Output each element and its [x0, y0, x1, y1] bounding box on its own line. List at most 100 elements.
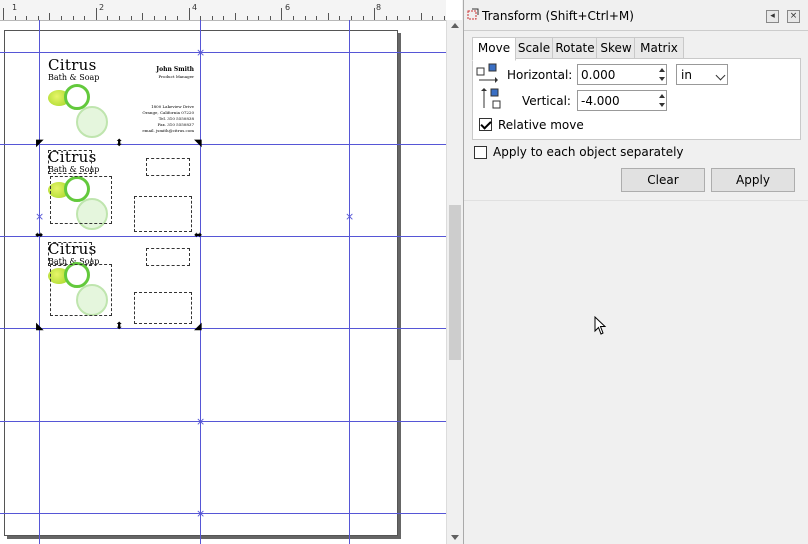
horizontal-spinbox[interactable]: 0.000 [577, 64, 667, 85]
resize-handle-icon[interactable]: ⬍ [115, 322, 123, 332]
selection-bbox [134, 292, 192, 324]
ruler-tick [293, 16, 294, 20]
scroll-up-icon[interactable] [451, 23, 459, 28]
selection-bbox [134, 196, 192, 232]
selection-bbox [50, 264, 112, 316]
ruler-tick [409, 16, 410, 20]
tab-rotate[interactable]: Rotate [552, 37, 598, 60]
guide-line[interactable] [0, 421, 446, 422]
increment-icon[interactable] [659, 68, 665, 72]
ruler-tick [235, 13, 236, 20]
ruler-tick [154, 16, 155, 20]
resize-handle-icon[interactable]: ◢ [194, 322, 202, 332]
guide-line[interactable] [0, 513, 446, 514]
ruler-tick [61, 16, 62, 20]
apply-each-label[interactable]: Apply to each object separately [493, 145, 684, 159]
guide-intersection-icon: × [345, 210, 355, 223]
apply-button[interactable]: Apply [711, 168, 795, 192]
guide-line[interactable] [200, 20, 201, 544]
ruler-label: 4 [192, 3, 198, 12]
decrement-icon[interactable] [659, 103, 665, 107]
ruler-label: 8 [376, 3, 382, 12]
ruler-tick [432, 16, 433, 20]
ruler-tick [270, 16, 271, 20]
ruler-tick [107, 16, 108, 20]
ruler-tick [119, 16, 120, 20]
ruler-tick [26, 16, 27, 20]
guide-line[interactable] [0, 52, 446, 53]
dialog-title: Transform (Shift+Ctrl+M) [482, 9, 634, 23]
guide-line[interactable] [349, 20, 350, 544]
decrement-icon[interactable] [659, 77, 665, 81]
selection-bbox [48, 150, 92, 174]
horizontal-value: 0.000 [581, 68, 616, 82]
vertical-spinbox[interactable]: -4.000 [577, 90, 667, 111]
ruler-tick [374, 8, 375, 20]
ruler-tick [339, 16, 340, 20]
ruler-tick [3, 8, 4, 20]
scrollbar-thumb[interactable] [449, 205, 461, 360]
tab-scale[interactable]: Scale [514, 37, 554, 60]
selection-bbox [50, 176, 112, 224]
increment-icon[interactable] [659, 94, 665, 98]
ruler-tick [131, 16, 132, 20]
horizontal-ruler[interactable]: 1 2 4 6 8 [0, 0, 446, 21]
ruler-tick [15, 16, 16, 20]
ruler-tick [177, 16, 178, 20]
business-card-selected[interactable]: Citrus Bath & Soap [38, 150, 198, 240]
guide-intersection-icon: × [196, 415, 206, 428]
relative-move-checkbox[interactable] [479, 118, 492, 131]
selection-bbox [146, 248, 190, 266]
close-icon[interactable]: × [787, 10, 800, 23]
vertical-scrollbar[interactable] [446, 20, 462, 544]
ruler-tick [258, 16, 259, 20]
resize-handle-icon[interactable]: ◤ [36, 139, 44, 149]
resize-handle-icon[interactable]: ◣ [36, 322, 44, 332]
tab-matrix[interactable]: Matrix [634, 37, 684, 60]
move-tab-panel: Horizontal: 0.000 in Vertical: -4.000 Re… [472, 58, 801, 140]
guide-intersection-icon: × [196, 46, 206, 59]
card-brand-sub: Bath & Soap [48, 73, 100, 82]
resize-handle-icon[interactable]: ⬌ [35, 231, 43, 241]
ruler-tick [281, 8, 282, 20]
iconify-icon[interactable]: ◂ [766, 10, 779, 23]
mouse-cursor-icon [594, 316, 607, 335]
card-title: Product Manager [158, 74, 194, 79]
ruler-tick [351, 16, 352, 20]
unit-select[interactable]: in [676, 64, 728, 85]
dialog-titlebar: Transform (Shift+Ctrl+M) ◂ × [464, 0, 808, 31]
relative-move-label[interactable]: Relative move [498, 118, 584, 132]
ruler-label: 1 [12, 3, 18, 12]
ruler-tick [421, 13, 422, 20]
unit-value: in [681, 68, 692, 82]
tab-move[interactable]: Move [472, 37, 516, 61]
apply-each-checkbox[interactable] [474, 146, 487, 159]
vertical-label: Vertical: [522, 94, 571, 108]
business-card[interactable]: Citrus Bath & Soap John Smith Product Ma… [38, 58, 198, 148]
clear-button[interactable]: Clear [621, 168, 705, 192]
horizontal-label: Horizontal: [507, 68, 573, 82]
ruler-tick [165, 16, 166, 20]
ruler-label: 2 [99, 3, 105, 12]
ruler-tick [96, 8, 97, 20]
ruler-tick [49, 13, 50, 20]
ruler-tick [212, 16, 213, 20]
resize-handle-icon[interactable]: ⬌ [194, 231, 202, 241]
ruler-tick [247, 16, 248, 20]
ruler-tick [142, 13, 143, 20]
selection-bbox [146, 158, 190, 176]
business-card-selected[interactable]: Citrus Bath & Soap [38, 242, 198, 332]
chevron-down-icon [715, 70, 726, 81]
resize-handle-icon[interactable]: ⬍ [115, 139, 123, 149]
canvas-area[interactable]: 1 2 4 6 8 × × × × × Citrus Bath & Soap J… [0, 0, 462, 544]
tab-skew[interactable]: Skew [596, 37, 636, 60]
checkmark-icon [480, 118, 492, 130]
transform-dialog: Transform (Shift+Ctrl+M) ◂ × Move Scale … [463, 0, 808, 544]
ruler-tick [444, 16, 445, 20]
ruler-tick [328, 13, 329, 20]
divider [464, 200, 808, 201]
ruler-tick [73, 16, 74, 20]
resize-handle-icon[interactable]: ◥ [194, 139, 202, 149]
scroll-down-icon[interactable] [451, 535, 459, 540]
vertical-value: -4.000 [581, 94, 620, 108]
